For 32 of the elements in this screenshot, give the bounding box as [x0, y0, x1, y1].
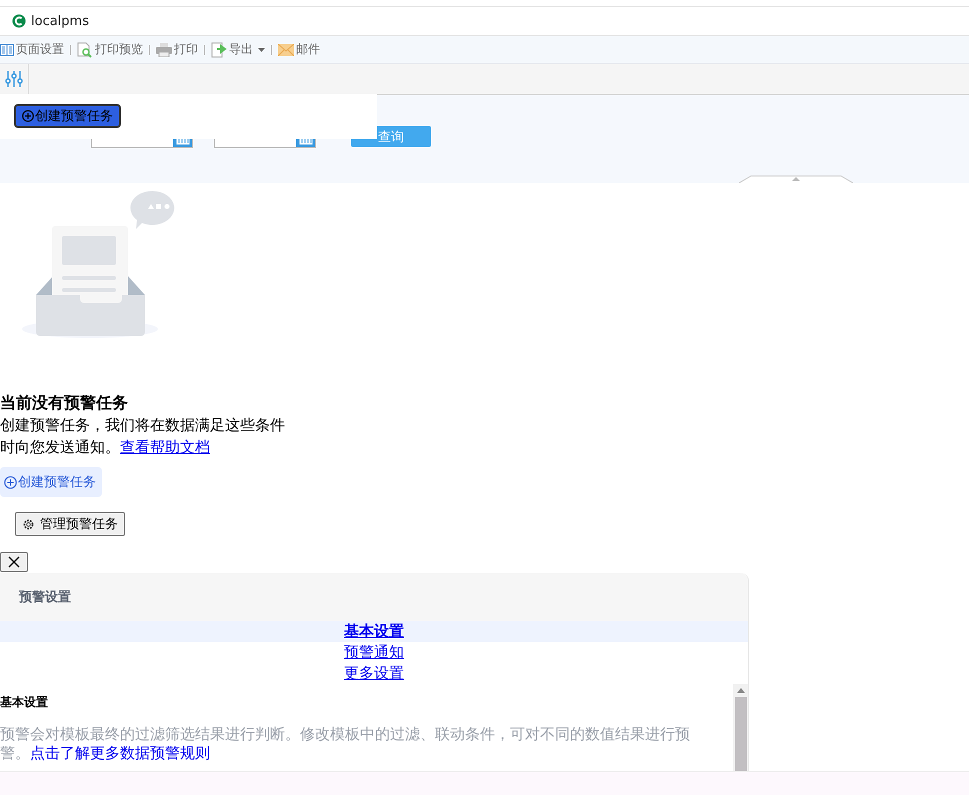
envelope-icon	[278, 44, 294, 56]
window-title: localpms	[31, 14, 89, 28]
toolbar-button[interactable]: 打印预览	[77, 41, 143, 58]
app-logo-icon	[12, 14, 26, 28]
close-button[interactable]	[0, 552, 28, 572]
gear-icon	[22, 518, 35, 530]
section-title: 基本设置	[0, 694, 49, 711]
settings-tab[interactable]: 基本设置	[0, 621, 748, 642]
help-link[interactable]: 查看帮助文档	[120, 438, 210, 456]
plus-circle-icon	[22, 110, 34, 122]
empty-description: 创建预警任务，我们将在数据满足这些条件时向您发送通知。查看帮助文档	[0, 415, 286, 458]
printer-icon	[156, 42, 172, 56]
settings-tab[interactable]: 更多设置	[0, 663, 748, 684]
rules-link[interactable]: 点击了解更多数据预警规则	[30, 744, 210, 762]
empty-heading: 当前没有预警任务	[0, 393, 128, 414]
toolbar-button[interactable]: 打印	[156, 41, 198, 58]
export-document-icon	[211, 42, 227, 58]
close-icon	[8, 556, 20, 568]
toolbar-button[interactable]: 导出	[211, 41, 265, 58]
dialog-title: 预警设置	[19, 589, 71, 606]
settings-tab[interactable]: 预警通知	[0, 642, 748, 663]
toolbar-button[interactable]: 邮件	[278, 41, 320, 58]
collapse-tab-icon[interactable]	[739, 175, 853, 183]
scroll-up-icon[interactable]	[736, 687, 744, 693]
create-task-button[interactable]: 创建预警任务	[14, 104, 121, 128]
plus-circle-icon	[4, 476, 17, 488]
manage-tasks-button[interactable]: 管理预警任务	[15, 512, 125, 536]
toolbar-button[interactable]: 页面设置	[0, 41, 64, 58]
magnifier-document-icon	[77, 42, 93, 58]
scrollbar[interactable]	[733, 684, 748, 774]
rules-description: 预警会对模板最终的过滤筛选结果进行判断。修改模板中的过滤、联动条件，可对不同的数值结果进行预警。点击了解更多数据预警规则	[0, 725, 691, 763]
create-task-button[interactable]: 创建预警任务	[0, 467, 102, 497]
